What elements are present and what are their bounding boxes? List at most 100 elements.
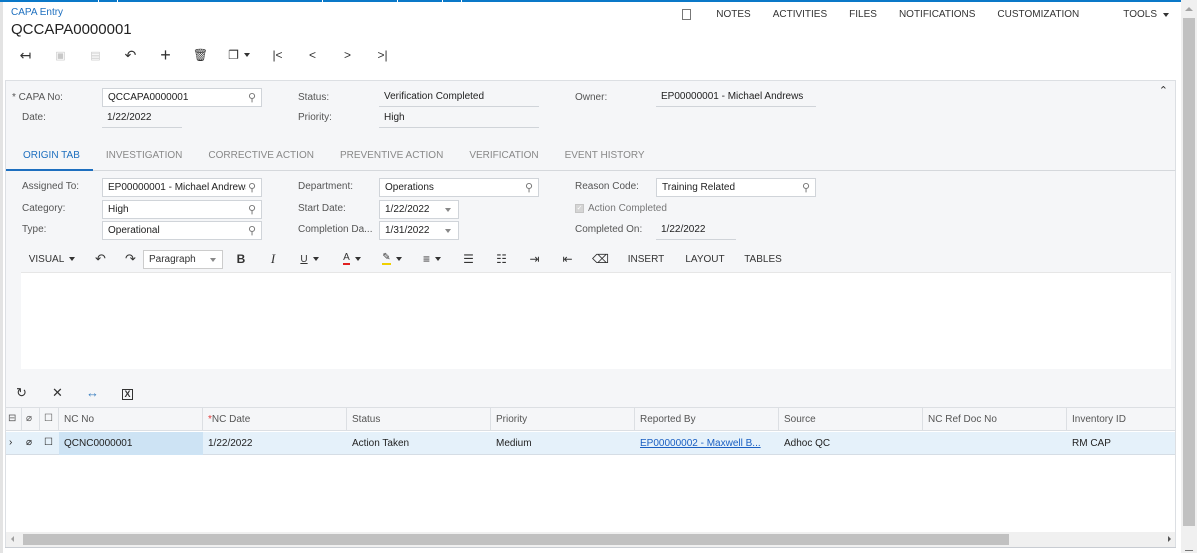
row-expand-icon[interactable]: › xyxy=(6,432,22,455)
paragraph-select[interactable]: Paragraph xyxy=(143,249,223,269)
customization-button[interactable]: CUSTOMIZATION xyxy=(997,9,1079,20)
attachment-header: ⌀ xyxy=(22,408,40,431)
column-header-nc-ref-doc-no[interactable]: NC Ref Doc No xyxy=(923,408,1067,431)
vertical-scrollbar[interactable] xyxy=(1181,0,1197,553)
layout-menu[interactable]: LAYOUT xyxy=(675,249,735,269)
refresh-button[interactable]: ↻ xyxy=(16,385,40,401)
tab-preventive-action[interactable]: PREVENTIVE ACTION xyxy=(327,140,456,171)
scrollbar-thumb[interactable] xyxy=(1183,18,1195,526)
notifications-button[interactable]: NOTIFICATIONS xyxy=(899,9,975,20)
column-header-status[interactable]: Status xyxy=(347,408,491,431)
tab-verification[interactable]: VERIFICATION xyxy=(456,140,551,171)
fit-columns-button[interactable]: ↔ xyxy=(75,385,110,400)
visual-mode-button[interactable]: VISUAL xyxy=(21,249,83,269)
cell-inventory-id[interactable]: RM CAP xyxy=(1067,432,1175,455)
copy-paste-button[interactable]: ❐ xyxy=(218,45,260,65)
horizontal-scrollbar[interactable] xyxy=(5,532,1176,547)
action-completed-checkbox[interactable]: ✓ xyxy=(575,204,584,213)
italic-button[interactable]: I xyxy=(259,249,287,269)
cell-nc-no[interactable]: QCNC0000001 xyxy=(59,432,203,455)
next-record-button[interactable]: > xyxy=(330,45,365,65)
highlight-button[interactable]: ✎ xyxy=(372,249,412,269)
save-button[interactable]: ▤ xyxy=(78,45,113,65)
clear-format-button[interactable]: ⌫ xyxy=(584,249,617,269)
note-icon[interactable]: ☐ xyxy=(40,432,59,455)
column-header-priority[interactable]: Priority xyxy=(491,408,635,431)
reason-code-field[interactable]: Training Related ⚲ xyxy=(656,178,816,197)
last-record-button[interactable]: >| xyxy=(365,45,400,65)
insert-menu[interactable]: INSERT xyxy=(617,249,675,269)
search-icon[interactable]: ⚲ xyxy=(245,181,256,194)
delete-row-button[interactable]: ✕ xyxy=(40,385,75,401)
category-label: Category: xyxy=(22,203,66,214)
notes-button[interactable]: NOTES xyxy=(660,9,751,20)
status-field: Verification Completed xyxy=(379,88,539,107)
export-excel-button[interactable]: X xyxy=(110,385,145,400)
column-header-nc-no[interactable]: NC No xyxy=(59,408,203,431)
category-field[interactable]: High ⚲ xyxy=(102,200,262,219)
completion-date-field[interactable]: 1/31/2022 xyxy=(379,221,459,240)
scroll-left-icon[interactable] xyxy=(11,536,14,542)
column-header-nc-date[interactable]: *NC Date xyxy=(203,408,347,431)
search-icon[interactable]: ⚲ xyxy=(525,181,533,194)
breadcrumb[interactable]: CAPA Entry xyxy=(11,7,63,18)
add-button[interactable]: + xyxy=(148,45,183,65)
capa-no-field[interactable]: QCCAPA0000001 ⚲ xyxy=(102,88,262,107)
delete-button[interactable]: 🗑 xyxy=(183,45,218,65)
previous-record-button[interactable]: < xyxy=(295,45,330,65)
font-color-button[interactable]: A xyxy=(332,249,372,269)
outdent-button[interactable]: ⇤ xyxy=(551,249,584,269)
cell-reported-by[interactable]: EP00000002 - Maxwell B... xyxy=(635,432,779,455)
scroll-up-icon[interactable] xyxy=(1185,7,1193,11)
editor-content-area[interactable] xyxy=(21,272,1171,369)
bulleted-list-button[interactable]: ☷ xyxy=(485,249,518,269)
tab-origin[interactable]: ORIGIN TAB xyxy=(6,140,93,171)
cell-priority[interactable]: Medium xyxy=(491,432,635,455)
editor-redo-button[interactable]: ↷ xyxy=(118,249,143,269)
scroll-down-icon[interactable] xyxy=(1185,550,1193,551)
back-button[interactable]: ↤ xyxy=(8,45,43,65)
reported-by-link[interactable]: EP00000002 - Maxwell B... xyxy=(640,438,761,449)
scrollbar-thumb[interactable] xyxy=(23,534,1009,545)
underline-button[interactable]: U xyxy=(287,249,332,269)
department-field[interactable]: Operations ⚲ xyxy=(379,178,539,197)
chevron-down-icon[interactable] xyxy=(445,208,451,212)
tab-event-history[interactable]: EVENT HISTORY xyxy=(552,140,658,171)
indent-button[interactable]: ⇥ xyxy=(518,249,551,269)
search-icon[interactable]: ⚲ xyxy=(248,203,256,216)
department-value: Operations xyxy=(385,182,434,193)
chevron-down-icon[interactable] xyxy=(445,229,451,233)
cell-status[interactable]: Action Taken xyxy=(347,432,491,455)
chevron-down-icon xyxy=(354,257,361,261)
search-icon[interactable]: ⚲ xyxy=(248,91,256,104)
tab-investigation[interactable]: INVESTIGATION xyxy=(93,140,196,171)
tools-button[interactable]: TOOLS xyxy=(1101,9,1169,20)
first-record-button[interactable]: |< xyxy=(260,45,295,65)
search-icon[interactable]: ⚲ xyxy=(802,181,810,194)
activities-button[interactable]: ACTIVITIES xyxy=(773,9,827,20)
align-button[interactable]: ≡ xyxy=(412,249,452,269)
cell-source[interactable]: Adhoc QC xyxy=(779,432,923,455)
cell-nc-ref-doc-no[interactable] xyxy=(923,432,1067,455)
undo-button[interactable]: ↶ xyxy=(113,45,148,65)
save-close-button[interactable]: ▣ xyxy=(43,45,78,65)
tables-menu[interactable]: TABLES xyxy=(735,249,791,269)
editor-undo-button[interactable]: ↶ xyxy=(83,249,118,269)
cell-nc-date[interactable]: 1/22/2022 xyxy=(203,432,347,455)
search-icon[interactable]: ⚲ xyxy=(248,224,256,237)
tab-corrective-action[interactable]: CORRECTIVE ACTION xyxy=(195,140,327,171)
row-selector-header[interactable]: ⊟ xyxy=(6,408,22,431)
start-date-field[interactable]: 1/22/2022 xyxy=(379,200,459,219)
column-header-source[interactable]: Source xyxy=(779,408,923,431)
files-button[interactable]: FILES xyxy=(849,9,877,20)
paperclip-icon[interactable]: ⌀ xyxy=(22,432,40,455)
assigned-to-field[interactable]: EP00000001 - Michael Andrews ⚲ xyxy=(102,178,262,197)
collapse-icon[interactable]: ⌃ xyxy=(1159,84,1168,97)
table-row[interactable]: › ⌀ ☐ QCNC0000001 1/22/2022 Action Taken… xyxy=(6,432,1175,455)
type-field[interactable]: Operational ⚲ xyxy=(102,221,262,240)
scroll-right-icon[interactable] xyxy=(1168,536,1171,542)
column-header-inventory-id[interactable]: Inventory ID xyxy=(1067,408,1175,431)
numbered-list-button[interactable]: ☰ xyxy=(452,249,485,269)
column-header-reported-by[interactable]: Reported By xyxy=(635,408,779,431)
bold-button[interactable]: B xyxy=(223,249,259,269)
